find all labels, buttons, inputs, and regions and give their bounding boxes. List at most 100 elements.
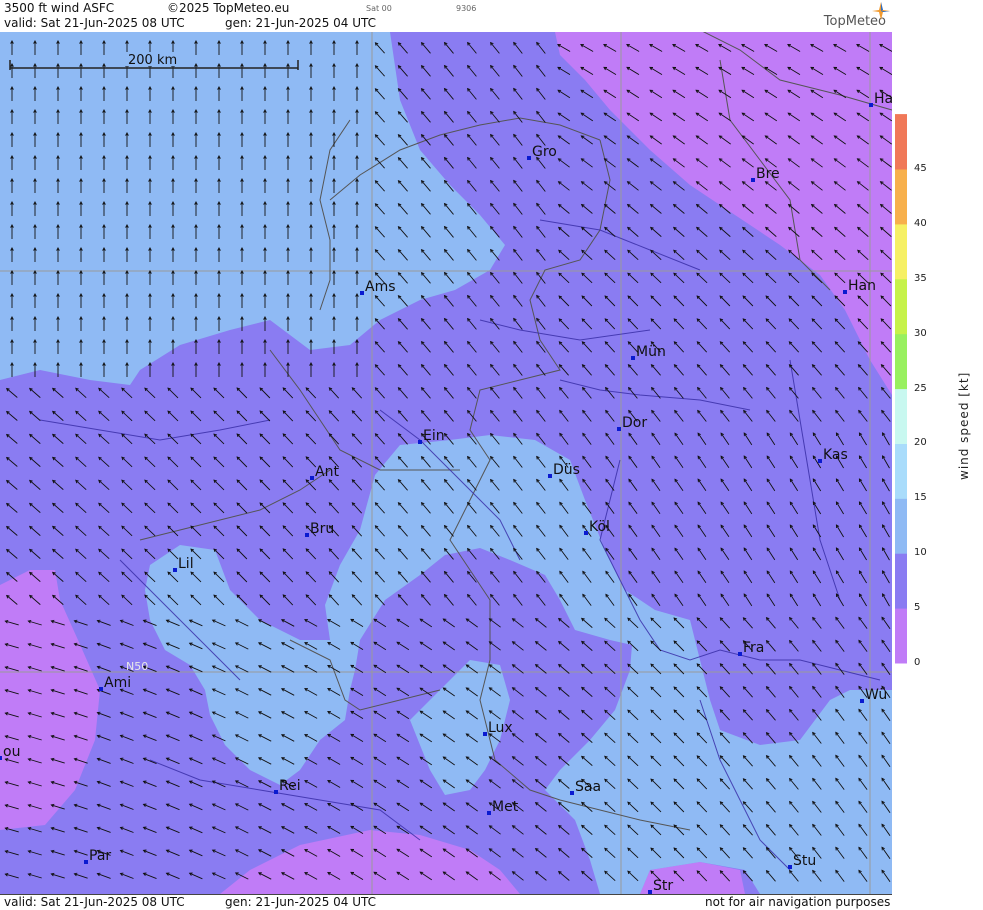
city-marker-icon (173, 568, 177, 572)
city-marker-icon (631, 356, 635, 360)
city-label: Par (89, 848, 111, 864)
city-label: Dor (622, 415, 647, 431)
city-label: ou (3, 744, 20, 760)
colorbar-segment (895, 169, 907, 225)
city-label: Lux (488, 720, 513, 736)
city-mün: Mün (631, 344, 666, 360)
city-marker-icon (584, 531, 588, 535)
colorbar-segment (895, 388, 907, 444)
city-ou: ou (0, 744, 20, 760)
copyright-text: ©2025 TopMeteo.eu (167, 1, 290, 15)
valid-time: valid: Sat 21-Jun-2025 08 UTC (4, 16, 185, 30)
colorbar-tick-label: 15 (914, 492, 927, 504)
map-canvas: 200 km N50 Gro Bre Ha Ams Han Mün Ein Dor Kas Ant… (0, 32, 892, 894)
city-label: Saa (575, 779, 601, 795)
city-lux: Lux (483, 720, 513, 736)
city-marker-icon (84, 860, 88, 864)
city-marker-icon (99, 687, 103, 691)
city-label: Düs (553, 462, 580, 478)
city-marker-icon (483, 732, 487, 736)
city-label: Ams (365, 279, 396, 295)
city-gro: Gro (527, 144, 557, 160)
colorbar-tick-label: 25 (914, 382, 927, 394)
city-dor: Dor (617, 415, 647, 431)
city-bre: Bre (751, 166, 780, 182)
disclaimer-text: not for air navigation purposes (705, 895, 891, 909)
city-label: Wü (865, 687, 887, 703)
city-met: Met (487, 799, 519, 815)
city-kas: Kas (818, 447, 848, 463)
scale-bar-label: 200 km (128, 53, 177, 68)
city-stu: Stu (788, 853, 816, 869)
colorbar-segment (895, 553, 907, 609)
colorbar-tick-label: 40 (914, 217, 927, 229)
city-marker-icon (310, 476, 314, 480)
header-bar: 3500 ft wind ASFC ©2025 TopMeteo.eu Sat … (0, 0, 892, 33)
colorbar-segment (895, 333, 907, 390)
city-marker-icon (527, 156, 531, 160)
city-marker-icon (0, 756, 2, 760)
colorbar-title: wind speed [kt] (957, 371, 971, 480)
city-label: Han (848, 278, 876, 294)
footer-bar: valid: Sat 21-Jun-2025 08 UTC gen: 21-Ju… (0, 894, 892, 910)
colorbar-segment (895, 443, 907, 499)
city-label: Gro (532, 144, 557, 160)
footer-generated-time: gen: 21-Jun-2025 04 UTC (225, 895, 377, 909)
generated-time: gen: 21-Jun-2025 04 UTC (225, 16, 377, 30)
colorbar-segment (895, 278, 907, 335)
colorbar-segment (895, 114, 907, 170)
city-marker-icon (305, 533, 309, 537)
city-bru: Bru (305, 521, 334, 537)
colorbar-segment (895, 223, 907, 280)
city-marker-icon (360, 291, 364, 295)
city-marker-icon (751, 178, 755, 182)
city-marker-icon (617, 427, 621, 431)
city-label: Str (653, 878, 673, 894)
city-marker-icon (869, 103, 873, 107)
city-label: Rei (279, 778, 301, 794)
colorbar-tick-label: 20 (914, 437, 927, 449)
city-han: Han (843, 278, 876, 294)
city-label: Fra (743, 640, 764, 656)
product-title: 3500 ft wind ASFC (4, 1, 115, 15)
city-label: Bre (756, 166, 780, 182)
city-marker-icon (418, 440, 422, 444)
city-marker-icon (548, 474, 552, 478)
city-ant: Ant (310, 464, 339, 480)
city-marker-icon (843, 290, 847, 294)
city-label: Ant (315, 464, 339, 480)
city-label: Ein (423, 428, 445, 444)
city-marker-icon (788, 865, 792, 869)
wind-map[interactable]: 200 km N50 Gro Bre Ha Ams Han Mün Ein Dor Kas Ant… (0, 32, 892, 894)
city-marker-icon (860, 699, 864, 703)
colorbar-tick-label: 5 (914, 602, 921, 614)
city-ami: Ami (99, 675, 131, 691)
city-label: Ami (104, 675, 131, 691)
colorbar-segment (895, 608, 907, 664)
city-par: Par (84, 848, 111, 864)
city-marker-icon (570, 791, 574, 795)
city-label: Bru (310, 521, 334, 537)
sat-code: Sat 00 (366, 4, 392, 13)
city-marker-icon (818, 459, 822, 463)
city-label: Ha (874, 91, 892, 107)
city-ams: Ams (360, 279, 396, 295)
footer-valid-time: valid: Sat 21-Jun-2025 08 UTC (4, 895, 185, 909)
colorbar-tick-label: 30 (914, 327, 927, 339)
city-label: Met (492, 799, 519, 815)
city-label: Köl (589, 519, 610, 535)
city-saa: Saa (570, 779, 601, 795)
city-düs: Düs (548, 462, 580, 478)
city-wü: Wü (860, 687, 887, 703)
city-label: Kas (823, 447, 848, 463)
grid-lat-label: N50 (126, 660, 148, 673)
colorbar-tick-label: 0 (914, 657, 921, 668)
city-label: Lil (178, 556, 194, 572)
colorbar-tick-label: 35 (914, 272, 927, 284)
colorbar-tick-label: 45 (914, 163, 927, 174)
city-marker-icon (274, 790, 278, 794)
city-label: Mün (636, 344, 666, 360)
compass-star-icon (872, 2, 890, 20)
id-code: 9306 (456, 4, 477, 13)
city-marker-icon (487, 811, 491, 815)
